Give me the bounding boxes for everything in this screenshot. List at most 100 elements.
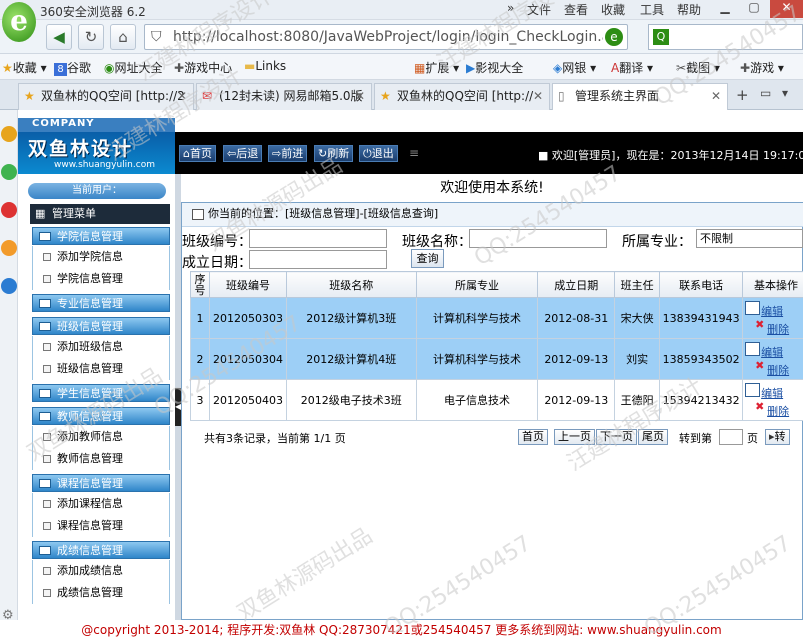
nav-home-button[interactable]: ⌂首页 — [179, 145, 216, 162]
new-tab-button[interactable]: + — [736, 86, 749, 104]
delete-link[interactable]: 删除 — [767, 362, 789, 378]
table-cell: 15394213432 — [659, 379, 744, 421]
sidebar-item-5-0[interactable]: 添加课程信息 — [32, 493, 170, 515]
nav-logout-button[interactable]: ⏻退出 — [359, 145, 398, 162]
bookmark-favorites[interactable]: ★收藏 ▾ — [2, 59, 47, 76]
bookmark-google[interactable]: 8 谷歌 — [54, 59, 91, 76]
edit-icon[interactable] — [745, 383, 761, 397]
tab-menu-button[interactable]: ▾ — [782, 86, 788, 100]
class-no-label: 班级编号： — [182, 234, 252, 250]
close-tab-icon[interactable]: ✕ — [177, 84, 187, 109]
sidebar-group-0[interactable]: 学院信息管理 — [32, 227, 170, 245]
nav-refresh-button[interactable]: ↻刷新 — [314, 145, 354, 162]
app-side-icon[interactable] — [1, 240, 17, 256]
refresh-button[interactable]: ↻ — [78, 24, 104, 50]
sidebar-item-2-1[interactable]: 班级信息管理 — [32, 358, 170, 380]
edit-icon[interactable] — [745, 301, 761, 315]
menu-tools[interactable]: 工具 — [640, 1, 664, 18]
home-button[interactable]: ⌂ — [110, 24, 136, 50]
sidebar-item-5-1[interactable]: 课程信息管理 — [32, 515, 170, 537]
last-page-button[interactable]: 尾页 — [638, 429, 668, 445]
close-tab-icon[interactable]: ✕ — [355, 84, 365, 109]
close-tab-icon[interactable]: ✕ — [533, 84, 543, 109]
first-page-button[interactable]: 首页 — [518, 429, 548, 445]
edit-link[interactable]: 编辑 — [761, 303, 783, 319]
close-window-button[interactable]: ✕ — [770, 0, 803, 18]
menu-view[interactable]: 查看 — [564, 1, 588, 18]
tab-management-main[interactable]: ▯ 管理系统主界面 ✕ — [552, 83, 728, 110]
sidebar-item-0-0[interactable]: 添加学院信息 — [32, 246, 170, 268]
bookmark-extensions[interactable]: ▦扩展 ▾ — [414, 59, 459, 76]
edit-link[interactable]: 编辑 — [761, 344, 783, 360]
delete-link[interactable]: 删除 — [767, 403, 789, 419]
page-unit-label: 页 — [747, 432, 758, 445]
table-cell: 电子信息技术 — [415, 379, 539, 421]
sidebar-item-2-0[interactable]: 添加班级信息 — [32, 336, 170, 358]
goto-button[interactable]: ▸转 — [765, 429, 790, 445]
edit-icon[interactable] — [745, 342, 761, 356]
minimize-button[interactable]: ▁ — [712, 0, 738, 18]
browser-tab-strip: ★ 双鱼林的QQ空间 [http://2 ✕ ✉ (12封未读) 网易邮箱5.0版 ✕ … — [0, 80, 803, 110]
menu-more[interactable]: » — [507, 1, 514, 15]
weibo-side-icon[interactable] — [1, 202, 17, 218]
menu-help[interactable]: 帮助 — [677, 1, 701, 18]
table-row[interactable]: 2 2012050304 2012级计算机4班 计算机科学与技术 2012-09-13 刘… — [190, 338, 803, 380]
sidebar-group-1[interactable]: 专业信息管理 — [32, 294, 170, 312]
table-row[interactable]: 3 2012050403 2012级电子技术3班 电子信息技术 2012-09-13 王德… — [190, 379, 803, 421]
bookmark-screenshot[interactable]: ✂截图 ▾ — [676, 59, 720, 76]
chat-side-icon[interactable] — [1, 164, 17, 180]
maximize-button[interactable]: ▢ — [741, 0, 767, 18]
page-icon — [43, 500, 51, 508]
date-input[interactable] — [249, 250, 387, 269]
bookmark-video[interactable]: ▶影视大全 — [466, 59, 523, 76]
prev-page-button[interactable]: 上一页 — [554, 429, 595, 445]
menu-favorites[interactable]: 收藏 — [601, 1, 625, 18]
page-icon — [43, 522, 51, 530]
bookmark-translate[interactable]: A翻译 ▾ — [611, 59, 653, 76]
nav-forward-button[interactable]: ⇨前进 — [268, 145, 308, 162]
next-page-button[interactable]: 下一页 — [596, 429, 637, 445]
bookmark-game-center[interactable]: ✚游戏中心 — [174, 59, 232, 76]
tab-qq-space-1[interactable]: ★ 双鱼林的QQ空间 [http://2 ✕ — [18, 83, 194, 110]
back-button[interactable]: ◀ — [46, 24, 72, 50]
menu-file[interactable]: 文件 — [527, 1, 551, 18]
sidebar-item-6-1[interactable]: 成绩信息管理 — [32, 582, 170, 604]
nav-back-button[interactable]: ⇦后退 — [223, 145, 263, 162]
query-button[interactable]: 查询 — [411, 249, 444, 268]
class-name-input[interactable] — [469, 229, 607, 248]
bookmark-games[interactable]: ✚游戏 ▾ — [740, 59, 784, 76]
sidebar-group-2[interactable]: 班级信息管理 — [32, 317, 170, 335]
edit-link[interactable]: 编辑 — [761, 385, 783, 401]
tab-list-button[interactable]: ▭ — [760, 86, 771, 100]
delete-icon[interactable]: ✖ — [755, 359, 764, 372]
sidebar-group-5[interactable]: 课程信息管理 — [32, 474, 170, 492]
sidebar-group-6[interactable]: 成绩信息管理 — [32, 541, 170, 559]
sidebar-item-4-1[interactable]: 教师信息管理 — [32, 448, 170, 470]
table-row[interactable]: 1 2012050303 2012级计算机3班 计算机科学与技术 2012-08-31 宋… — [190, 297, 803, 339]
bookmark-bank[interactable]: ◈网银 ▾ — [553, 59, 596, 76]
delete-link[interactable]: 删除 — [767, 321, 789, 337]
google-icon: 8 — [54, 63, 67, 76]
major-select[interactable]: 不限制 — [696, 229, 803, 248]
bookmark-site-directory[interactable]: ◉网址大全 — [104, 59, 163, 76]
favorites-side-icon[interactable] — [1, 126, 17, 142]
close-tab-icon[interactable]: ✕ — [711, 84, 721, 109]
sidebar-item-0-1[interactable]: 学院信息管理 — [32, 268, 170, 290]
delete-icon[interactable]: ✖ — [755, 400, 764, 413]
ie-mode-icon[interactable]: e — [605, 28, 623, 46]
delete-icon[interactable]: ✖ — [755, 318, 764, 331]
class-no-input[interactable] — [249, 229, 387, 248]
sidebar-item-4-0[interactable]: 添加教师信息 — [32, 426, 170, 448]
tab-qq-space-2[interactable]: ★ 双鱼林的QQ空间 [http://✕ — [374, 83, 550, 110]
sidebar-group-3[interactable]: 学生信息管理 — [32, 384, 170, 402]
table-cell: 13839431943 — [659, 297, 744, 339]
search-box[interactable]: Q — [648, 24, 803, 50]
address-bar[interactable]: ⛉ http://localhost:8080/JavaWebProject/l… — [144, 24, 628, 50]
tab-netease-mail[interactable]: ✉ (12封未读) 网易邮箱5.0版 ✕ — [196, 83, 372, 110]
sidebar-item-6-0[interactable]: 添加成绩信息 — [32, 560, 170, 582]
qq-side-icon[interactable] — [1, 278, 17, 294]
bookmark-links[interactable]: ▬Links — [244, 59, 286, 73]
sidebar-group-4[interactable]: 教师信息管理 — [32, 407, 170, 425]
address-text[interactable]: http://localhost:8080/JavaWebProject/log… — [173, 29, 603, 45]
goto-page-input[interactable] — [719, 429, 743, 445]
